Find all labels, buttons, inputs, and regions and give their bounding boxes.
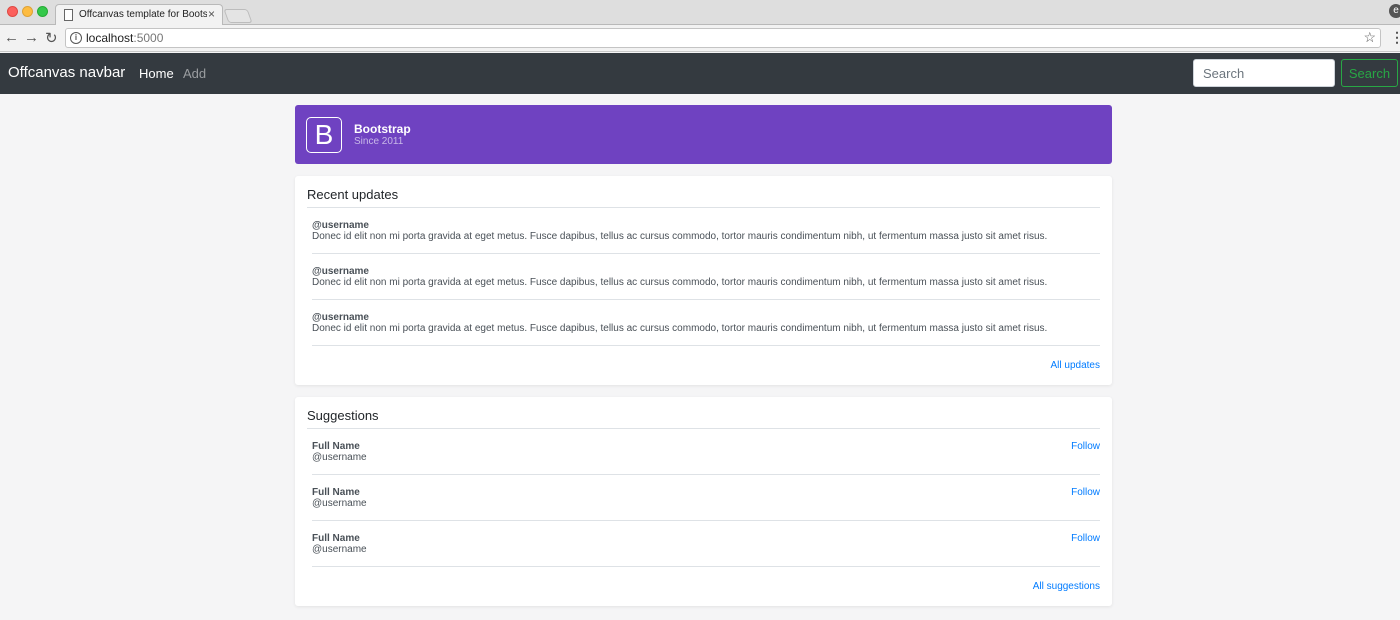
banner-subtitle: Since 2011	[354, 136, 404, 147]
bootstrap-banner: B Bootstrap Since 2011	[295, 105, 1112, 164]
update-text: Donec id elit non mi porta gravida at eg…	[312, 277, 1048, 288]
window-zoom-button[interactable]	[37, 6, 48, 17]
new-tab-button[interactable]	[223, 9, 253, 23]
suggestion-item: Full Name @username Follow	[312, 521, 1100, 567]
url-text[interactable]: localhost:5000	[86, 31, 163, 45]
suggestion-full-name: Full Name	[312, 441, 360, 452]
follow-link[interactable]: Follow	[1071, 441, 1100, 452]
url-port: :5000	[133, 31, 164, 45]
tab-close-icon[interactable]: ×	[208, 7, 215, 21]
suggestions-card: Suggestions Full Name @username Follow F…	[295, 397, 1112, 606]
follow-link[interactable]: Follow	[1071, 487, 1100, 498]
update-username: @username	[312, 312, 369, 323]
browser-menu-icon[interactable]: ⋮	[1390, 29, 1400, 46]
all-suggestions-link[interactable]: All suggestions	[1033, 581, 1100, 592]
site-navbar: Offcanvas navbar Home Add Search	[0, 53, 1400, 94]
suggestion-full-name: Full Name	[312, 533, 360, 544]
nav-link-add[interactable]: Add	[183, 66, 206, 81]
suggestion-username: @username	[312, 498, 367, 509]
search-button[interactable]: Search	[1341, 59, 1398, 87]
info-icon[interactable]: i	[70, 32, 82, 44]
suggestion-username: @username	[312, 452, 367, 463]
document-icon	[64, 9, 73, 21]
navbar-brand[interactable]: Offcanvas navbar	[8, 64, 125, 81]
suggestion-full-name: Full Name	[312, 487, 360, 498]
back-arrow-icon[interactable]: ←	[4, 29, 19, 46]
search-input[interactable]	[1193, 59, 1335, 87]
window-minimize-button[interactable]	[22, 6, 33, 17]
nav-link-home[interactable]: Home	[139, 66, 174, 81]
url-host: localhost	[86, 31, 134, 45]
suggestion-username: @username	[312, 544, 367, 555]
update-text: Donec id elit non mi porta gravida at eg…	[312, 323, 1048, 334]
update-item: @username Donec id elit non mi porta gra…	[312, 300, 1100, 346]
browser-tab[interactable]: Offcanvas template for Bootstrap ×	[55, 4, 223, 26]
suggestion-item: Full Name @username Follow	[312, 475, 1100, 521]
update-text: Donec id elit non mi porta gravida at eg…	[312, 231, 1048, 242]
update-username: @username	[312, 220, 369, 231]
reload-icon[interactable]: ↻	[45, 29, 58, 47]
tab-title: Offcanvas template for Bootstrap	[79, 9, 207, 20]
bootstrap-logo: B	[306, 117, 342, 153]
address-bar[interactable]: i localhost:5000 ☆	[65, 28, 1381, 48]
all-updates-link[interactable]: All updates	[1051, 360, 1100, 371]
forward-arrow-icon[interactable]: →	[24, 29, 39, 46]
update-item: @username Donec id elit non mi porta gra…	[312, 254, 1100, 300]
update-username: @username	[312, 266, 369, 277]
card-title: Recent updates	[307, 187, 399, 202]
update-item: @username Donec id elit non mi porta gra…	[312, 208, 1100, 254]
browser-tabstrip: Offcanvas template for Bootstrap × e	[0, 0, 1400, 26]
follow-link[interactable]: Follow	[1071, 533, 1100, 544]
browser-toolbar: ← → ↻ i localhost:5000 ☆ ⋮	[0, 25, 1400, 52]
recent-updates-card: Recent updates @username Donec id elit n…	[295, 176, 1112, 385]
window-close-button[interactable]	[7, 6, 18, 17]
bookmark-star-icon[interactable]: ☆	[1363, 29, 1376, 46]
banner-title: Bootstrap	[354, 122, 411, 136]
suggestion-item: Full Name @username Follow	[312, 429, 1100, 475]
card-title: Suggestions	[307, 408, 379, 423]
profile-icon[interactable]: e	[1389, 4, 1400, 18]
